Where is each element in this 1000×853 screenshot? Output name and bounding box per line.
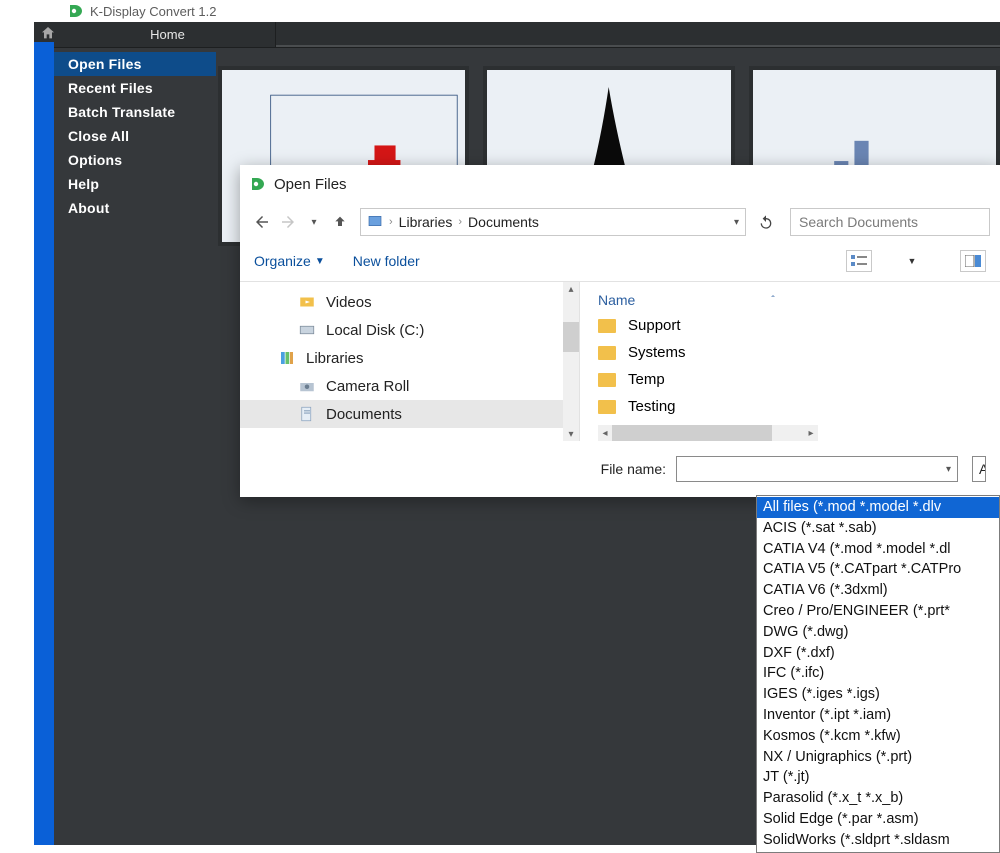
- videos-icon: [298, 293, 316, 311]
- nav-forward-button[interactable]: [276, 210, 300, 234]
- filetype-option[interactable]: All files (*.mod *.model *.dlv: [757, 497, 999, 518]
- new-folder-button[interactable]: New folder: [353, 253, 420, 269]
- filetype-option[interactable]: NX / Unigraphics (*.prt): [757, 747, 999, 768]
- organize-label: Organize: [254, 253, 311, 269]
- filetype-option[interactable]: IGES (*.iges *.igs): [757, 684, 999, 705]
- tree-scroll-thumb[interactable]: [563, 322, 579, 352]
- file-rows-container: SupportSystemsTempTesting: [598, 312, 1000, 420]
- search-placeholder: Search Documents: [799, 214, 918, 230]
- dialog-nav: ▾ › Libraries › Documents ▾ Search Docum…: [240, 203, 1000, 241]
- filetype-option[interactable]: DWG (*.dwg): [757, 622, 999, 643]
- menu-item-recent-files[interactable]: Recent Files: [54, 76, 216, 100]
- tree-item-camera-roll[interactable]: Camera Roll: [240, 372, 579, 400]
- file-row[interactable]: Temp: [598, 366, 1000, 393]
- file-row[interactable]: Systems: [598, 339, 1000, 366]
- dialog-toolbar: Organize ▼ New folder ▼: [240, 241, 1000, 281]
- address-dropdown-icon[interactable]: ▾: [734, 217, 739, 228]
- hscroll-left-icon[interactable]: ◂: [598, 425, 612, 441]
- nav-up-button[interactable]: [328, 210, 352, 234]
- file-row[interactable]: Testing: [598, 393, 1000, 420]
- main-toolbar: Home: [34, 22, 1000, 48]
- breadcrumb-documents[interactable]: Documents: [468, 214, 539, 230]
- new-folder-label: New folder: [353, 253, 420, 269]
- filetype-option[interactable]: CATIA V5 (*.CATpart *.CATPro: [757, 559, 999, 580]
- filetype-option[interactable]: ACIS (*.sat *.sab): [757, 518, 999, 539]
- accent-bar: [34, 42, 54, 845]
- tree-item-videos[interactable]: Videos: [240, 288, 579, 316]
- filetype-option[interactable]: Kosmos (*.kcm *.kfw): [757, 726, 999, 747]
- tree-item-documents[interactable]: Documents: [240, 400, 579, 428]
- filetype-dropdown[interactable]: All files (*.mod *.model *.dlvACIS (*.sa…: [756, 495, 1000, 853]
- dialog-footer: File name: ▾ All files (*.mod *.model *.…: [240, 441, 1000, 497]
- chevron-down-icon: ▼: [315, 256, 325, 267]
- filetype-option[interactable]: Creo / Pro/ENGINEER (*.prt*: [757, 601, 999, 622]
- tree-scrollbar[interactable]: [563, 282, 579, 441]
- window-title: K-Display Convert 1.2: [90, 4, 216, 19]
- window-titlebar: K-Display Convert 1.2: [0, 0, 1000, 22]
- address-bar[interactable]: › Libraries › Documents ▾: [360, 208, 746, 236]
- folder-tree[interactable]: VideosLocal Disk (C:)LibrariesCamera Rol…: [240, 282, 580, 441]
- tab-home-label: Home: [150, 27, 185, 42]
- menu-item-open-files[interactable]: Open Files: [54, 52, 216, 76]
- chevron-right-icon: ›: [389, 216, 393, 228]
- filetype-option[interactable]: Parasolid (*.x_t *.x_b): [757, 788, 999, 809]
- address-root-icon: [367, 213, 383, 232]
- tab-home[interactable]: Home: [60, 22, 276, 47]
- file-row[interactable]: Support: [598, 312, 1000, 339]
- scroll-up-icon[interactable]: ▴: [563, 282, 579, 296]
- preview-pane-button[interactable]: [960, 250, 986, 272]
- menu-item-help[interactable]: Help: [54, 172, 216, 196]
- filetype-option[interactable]: JT (*.jt): [757, 767, 999, 788]
- nav-recent-dropdown[interactable]: ▾: [302, 210, 326, 234]
- filename-label: File name:: [240, 461, 676, 477]
- hscroll-right-icon[interactable]: ▸: [804, 425, 818, 441]
- app-logo-icon: [68, 3, 84, 19]
- file-list[interactable]: Name ˆ SupportSystemsTempTesting ◂ ▸: [580, 282, 1000, 441]
- scroll-down-icon[interactable]: ▾: [563, 427, 579, 441]
- filetype-option[interactable]: CATIA V6 (*.3dxml): [757, 580, 999, 601]
- filetype-option[interactable]: Solid Edge (*.par *.asm): [757, 809, 999, 830]
- tree-item-libraries[interactable]: Libraries: [240, 344, 579, 372]
- sort-indicator-icon: ˆ: [771, 295, 774, 306]
- file-hscroll-thumb[interactable]: [612, 425, 772, 441]
- folder-icon: [598, 346, 616, 360]
- filetype-option[interactable]: IFC (*.ifc): [757, 663, 999, 684]
- libs-icon: [278, 349, 296, 367]
- folder-icon: [598, 373, 616, 387]
- view-mode-button[interactable]: [846, 250, 872, 272]
- open-files-dialog: Open Files ▾ › Libraries › Documents ▾ S…: [240, 165, 1000, 497]
- filetype-filter[interactable]: All files (*.mod *.model *.dlv: [972, 456, 986, 482]
- dialog-title: Open Files: [274, 176, 347, 193]
- view-dropdown-icon[interactable]: ▼: [900, 249, 924, 273]
- organize-menu[interactable]: Organize ▼: [254, 253, 325, 269]
- refresh-button[interactable]: [754, 210, 778, 234]
- column-header-name[interactable]: Name ˆ: [598, 288, 1000, 312]
- folder-icon: [598, 319, 616, 333]
- chevron-right-icon: ›: [458, 216, 462, 228]
- side-menu: Open FilesRecent FilesBatch TranslateClo…: [54, 48, 216, 845]
- breadcrumb-libraries[interactable]: Libraries: [399, 214, 453, 230]
- search-input[interactable]: Search Documents: [790, 208, 990, 236]
- filetype-option[interactable]: Inventor (*.ipt *.iam): [757, 705, 999, 726]
- folder-icon: [598, 400, 616, 414]
- menu-item-batch-translate[interactable]: Batch Translate: [54, 100, 216, 124]
- tree-item-local-disk-c-[interactable]: Local Disk (C:): [240, 316, 579, 344]
- filetype-filter-text: All files (*.mod *.model *.dlv: [979, 461, 986, 477]
- camera-icon: [298, 377, 316, 395]
- filetype-option[interactable]: DXF (*.dxf): [757, 643, 999, 664]
- filename-input[interactable]: ▾: [676, 456, 958, 482]
- dialog-titlebar: Open Files: [240, 165, 1000, 203]
- disk-icon: [298, 321, 316, 339]
- tab-strip-rest: [276, 22, 1000, 47]
- filetype-option[interactable]: CATIA V4 (*.mod *.model *.dl: [757, 539, 999, 560]
- chevron-down-icon[interactable]: ▾: [946, 464, 951, 475]
- column-header-label: Name: [598, 292, 635, 308]
- dialog-logo-icon: [250, 176, 266, 192]
- docs-icon: [298, 405, 316, 423]
- menu-item-close-all[interactable]: Close All: [54, 124, 216, 148]
- menu-item-about[interactable]: About: [54, 196, 216, 220]
- nav-back-button[interactable]: [250, 210, 274, 234]
- menu-item-options[interactable]: Options: [54, 148, 216, 172]
- filetype-option[interactable]: SolidWorks (*.sldprt *.sldasm: [757, 830, 999, 851]
